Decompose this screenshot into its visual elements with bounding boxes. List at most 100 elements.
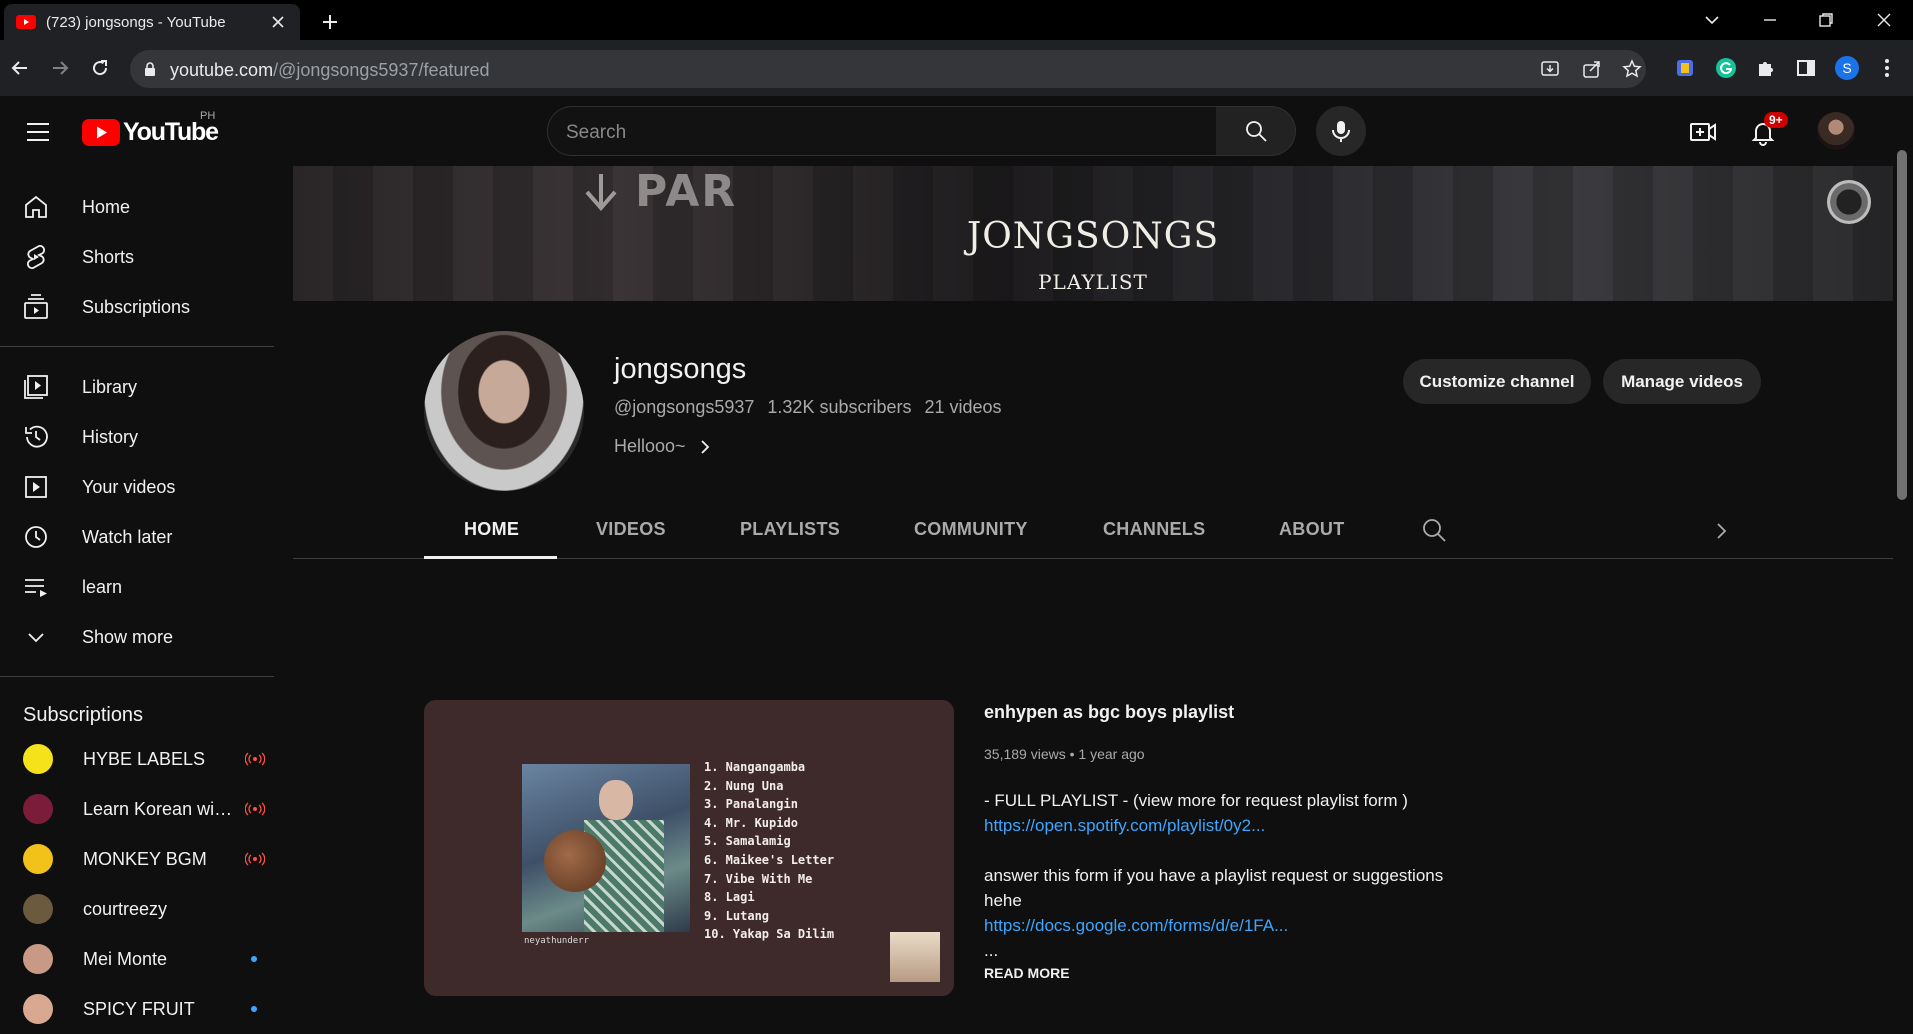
featured-video-thumbnail[interactable]: neyathunderr 1. Nangangamba 2. Nung Una … — [424, 700, 954, 996]
sidebar-item-shorts[interactable]: Shorts — [8, 232, 266, 282]
bookmark-star-icon[interactable] — [1622, 59, 1642, 79]
browser-profile-avatar[interactable]: S — [1835, 56, 1859, 80]
subscriber-count: 1.32K subscribers — [767, 397, 912, 417]
thumbnail-tracklist: 1. Nangangamba 2. Nung Una 3. Panalangin… — [704, 758, 834, 944]
close-tab-icon[interactable] — [268, 12, 288, 32]
thumbnail-credit: neyathunderr — [524, 936, 590, 946]
new-tab-icon[interactable] — [318, 10, 342, 34]
sidebar-item-label: Watch later — [82, 526, 173, 547]
subscription-item[interactable]: Mei Monte — [8, 934, 266, 984]
restore-icon[interactable] — [1814, 8, 1838, 32]
playlist-icon — [22, 573, 50, 601]
tab-channels[interactable]: CHANNELS — [1103, 519, 1205, 540]
notifications-badge: 9+ — [1764, 112, 1788, 128]
live-indicator-icon — [245, 802, 265, 816]
tab-home[interactable]: HOME — [464, 519, 519, 540]
view-count: 35,189 views — [984, 746, 1066, 762]
subscription-item[interactable]: courtreezy — [8, 884, 266, 934]
tabs-scroll-right-icon[interactable] — [1714, 521, 1728, 541]
install-app-icon[interactable] — [1540, 59, 1560, 79]
account-avatar[interactable] — [1817, 112, 1855, 150]
channel-name: jongsongs — [614, 353, 747, 385]
customize-channel-button[interactable]: Customize channel — [1403, 359, 1591, 404]
browser-toolbar: youtube.com/@jongsongs5937/featured S — [0, 40, 1913, 96]
channel-search-icon[interactable] — [1421, 517, 1447, 543]
lock-icon[interactable] — [144, 62, 156, 76]
youtube-logo[interactable]: YouTube PH — [82, 110, 219, 147]
extensions-puzzle-icon[interactable] — [1755, 57, 1777, 79]
sidebar-item-watch-later[interactable]: Watch later — [8, 512, 266, 562]
subscriptions-heading: Subscriptions — [23, 704, 144, 726]
featured-video-description: - FULL PLAYLIST - (view more for request… — [984, 788, 1504, 963]
url-text: youtube.com/@jongsongs5937/featured — [170, 60, 490, 81]
sidebar-item-label: Shorts — [82, 246, 135, 267]
track-item: 9. Lutang — [704, 908, 770, 923]
subscription-name: HYBE LABELS — [83, 748, 206, 769]
search-button[interactable] — [1216, 106, 1296, 156]
subscription-item[interactable]: SPICY FRUIT — [8, 984, 266, 1034]
watch-later-icon — [22, 523, 50, 551]
read-more-button[interactable]: READ MORE — [984, 965, 1070, 981]
subscription-item[interactable]: MONKEY BGM — [8, 834, 266, 884]
channel-tabs: HOME VIDEOS PLAYLISTS COMMUNITY CHANNELS… — [293, 505, 1893, 559]
sidebar-item-your-videos[interactable]: Your videos — [8, 462, 266, 512]
featured-video-title[interactable]: enhypen as bgc boys playlist — [984, 702, 1234, 723]
browser-tab[interactable]: (723) jongsongs - YouTube — [4, 4, 300, 40]
channel-avatar — [23, 944, 53, 974]
page-scrollbar[interactable] — [1897, 150, 1907, 500]
new-content-dot — [251, 1006, 257, 1012]
description-spacer — [984, 838, 1504, 863]
sidebar-item-learn[interactable]: learn — [8, 562, 266, 612]
upload-age: 1 year ago — [1078, 746, 1145, 762]
channel-avatar — [23, 844, 53, 874]
sidebar-item-label: History — [82, 426, 139, 447]
hamburger-menu-icon[interactable] — [26, 120, 50, 144]
description-ellipsis: ... — [984, 941, 999, 960]
sidebar-item-library[interactable]: Library — [8, 362, 266, 412]
tab-playlists[interactable]: PLAYLISTS — [740, 519, 840, 540]
browser-menu-icon[interactable] — [1876, 57, 1898, 79]
voice-search-button[interactable] — [1316, 106, 1366, 156]
tab-videos[interactable]: VIDEOS — [596, 519, 666, 540]
description-line: answer this form if you have a playlist … — [984, 866, 1444, 885]
google-form-link[interactable]: https://docs.google.com/forms/d/e/1FA... — [984, 913, 1504, 938]
tab-search-chevron-icon[interactable] — [1700, 8, 1724, 32]
manage-videos-button[interactable]: Manage videos — [1603, 359, 1761, 404]
subscription-item[interactable]: Learn Korean wit... — [8, 784, 266, 834]
reload-icon[interactable] — [88, 56, 112, 80]
track-item: 10. Yakap Sa Dilim — [704, 927, 835, 942]
subscription-item[interactable]: HYBE LABELS — [8, 734, 266, 784]
channel-handle: @jongsongs5937 — [614, 397, 755, 417]
tab-community[interactable]: COMMUNITY — [914, 519, 1028, 540]
channel-avatar — [23, 994, 53, 1024]
share-icon[interactable] — [1582, 59, 1602, 79]
youtube-favicon-icon — [16, 15, 36, 29]
address-bar[interactable]: youtube.com/@jongsongs5937/featured — [130, 50, 1646, 88]
track-item: 8. Lagi — [704, 890, 755, 905]
sidebar-show-more[interactable]: Show more — [8, 612, 266, 662]
extension-notes-icon[interactable] — [1674, 57, 1696, 79]
forward-arrow-icon[interactable] — [48, 56, 72, 80]
thumbnail-inset-photo — [890, 932, 940, 982]
channel-description[interactable]: Hellooo~ — [614, 436, 712, 457]
youtube-play-logo-icon — [82, 119, 120, 146]
minimize-icon[interactable] — [1758, 8, 1782, 32]
back-arrow-icon[interactable] — [8, 56, 32, 80]
banner-title: JONGSONGS — [966, 216, 1220, 257]
side-panel-icon[interactable] — [1795, 57, 1817, 79]
search-input[interactable]: Search — [547, 106, 1217, 156]
active-tab-underline — [424, 556, 557, 559]
tab-about[interactable]: ABOUT — [1279, 519, 1345, 540]
sidebar-item-subscriptions[interactable]: Subscriptions — [8, 282, 266, 332]
region-code: PH — [200, 110, 216, 122]
close-window-icon[interactable] — [1872, 8, 1896, 32]
create-video-icon[interactable] — [1688, 117, 1718, 147]
youtube-masthead: YouTube PH Search 9+ — [0, 96, 1913, 166]
grammarly-icon[interactable] — [1715, 57, 1737, 79]
channel-avatar — [23, 794, 53, 824]
track-item: 6. Maikee's Letter — [704, 852, 835, 867]
sidebar-item-history[interactable]: History — [8, 412, 266, 462]
track-item: 7. Vibe With Me — [704, 871, 813, 886]
sidebar-item-home[interactable]: Home — [8, 182, 266, 232]
spotify-link[interactable]: https://open.spotify.com/playlist/0y2... — [984, 813, 1504, 838]
